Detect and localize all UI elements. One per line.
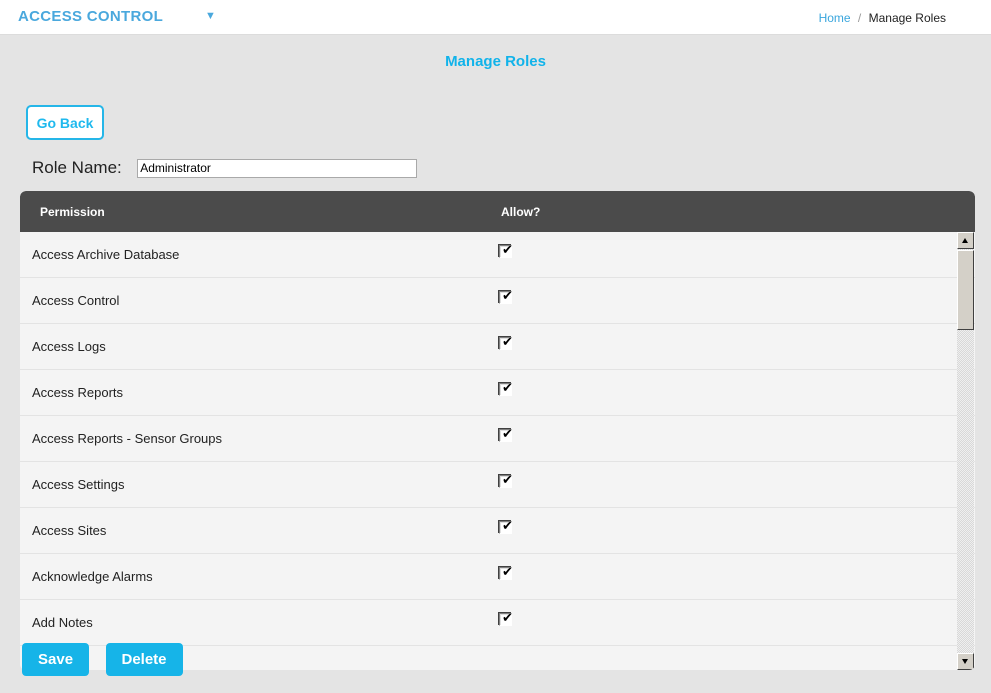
column-header-allow: Allow? [501,205,541,219]
table-row: Access Sites ✔ [20,508,975,554]
allow-checkbox[interactable]: ✔ [499,381,513,396]
top-navbar: ACCESS CONTROL ▼ Home / Manage Roles [0,0,991,35]
allow-checkbox[interactable]: ✔ [499,611,513,626]
allow-checkbox[interactable]: ✔ [499,565,513,580]
delete-button[interactable]: Delete [105,643,183,676]
save-button[interactable]: Save [22,643,90,676]
allow-cell: ✔ [499,519,513,534]
checkmark-icon: ✔ [502,381,513,396]
checkmark-icon: ✔ [502,289,513,304]
allow-cell: ✔ [499,381,513,396]
permissions-table-header: Permission Allow? [20,191,975,232]
allow-cell: ✔ [499,289,513,304]
page-title: Manage Roles [445,53,546,70]
permission-name: Acknowledge Alarms [32,569,153,584]
permissions-panel: Permission Allow? Access Archive Databas… [20,191,975,670]
table-row: Acknowledge Alarms ✔ [20,554,975,600]
checkmark-icon: ✔ [502,565,513,580]
allow-checkbox[interactable]: ✔ [499,427,513,442]
role-name-label: Role Name: [32,158,122,177]
permission-name: Access Settings [32,477,125,492]
breadcrumb-item-current: Manage Roles [868,11,946,25]
allow-checkbox[interactable]: ✔ [499,335,513,350]
breadcrumb-item-home[interactable]: Home [819,11,851,25]
allow-checkbox[interactable]: ✔ [499,289,513,304]
scroll-down-arrow-icon[interactable] [957,653,974,670]
allow-cell: ✔ [499,335,513,350]
permission-name: Add Notes [32,615,93,630]
table-row: Add Notes ✔ [20,600,975,646]
table-row: Access Logs ✔ [20,324,975,370]
allow-checkbox[interactable]: ✔ [499,243,513,258]
permission-name: Access Reports - Sensor Groups [32,431,223,446]
table-row: Access Control ✔ [20,278,975,324]
table-row: Access Settings ✔ [20,462,975,508]
allow-cell: ✔ [499,243,513,258]
footer-actions: Save Delete [22,643,195,676]
allow-checkbox[interactable]: ✔ [499,519,513,534]
app-brand[interactable]: ACCESS CONTROL [18,8,163,25]
permission-name: Access Control [32,293,120,308]
role-name-input[interactable] [137,158,418,178]
page-body: Manage Roles Go Back Role Name: Permissi… [0,36,991,693]
go-back-button[interactable]: Go Back [26,105,104,140]
table-row: Access Reports - Sensor Groups ✔ [20,416,975,462]
checkmark-icon: ✔ [502,519,513,534]
checkmark-icon: ✔ [502,473,513,488]
allow-cell: ✔ [499,565,513,580]
chevron-down-icon[interactable]: ▼ [205,11,216,22]
permissions-scrollbar[interactable] [957,232,974,670]
breadcrumb: Home / Manage Roles [819,11,946,25]
permissions-table-body: Access Archive Database ✔ Access Control ✔ A… [20,232,975,670]
allow-cell: ✔ [499,427,513,442]
allow-cell: ✔ [499,473,513,488]
role-name-field-group: Role Name: [32,158,418,182]
checkmark-icon: ✔ [502,427,513,442]
allow-checkbox[interactable]: ✔ [499,473,513,488]
checkmark-icon: ✔ [502,243,513,258]
table-row: Access Archive Database ✔ [20,232,975,278]
checkmark-icon: ✔ [502,335,513,350]
permission-name: Access Logs [32,339,106,354]
breadcrumb-separator: / [857,11,862,25]
allow-cell: ✔ [499,611,513,626]
permission-name: Access Sites [32,523,107,538]
scrollbar-thumb[interactable] [957,250,974,330]
checkmark-icon: ✔ [502,611,513,626]
scroll-up-arrow-icon[interactable] [957,232,974,249]
permission-name: Access Archive Database [32,247,180,262]
column-header-permission: Permission [40,205,105,219]
permission-name: Access Reports [32,385,124,400]
table-row: Access Reports ✔ [20,370,975,416]
